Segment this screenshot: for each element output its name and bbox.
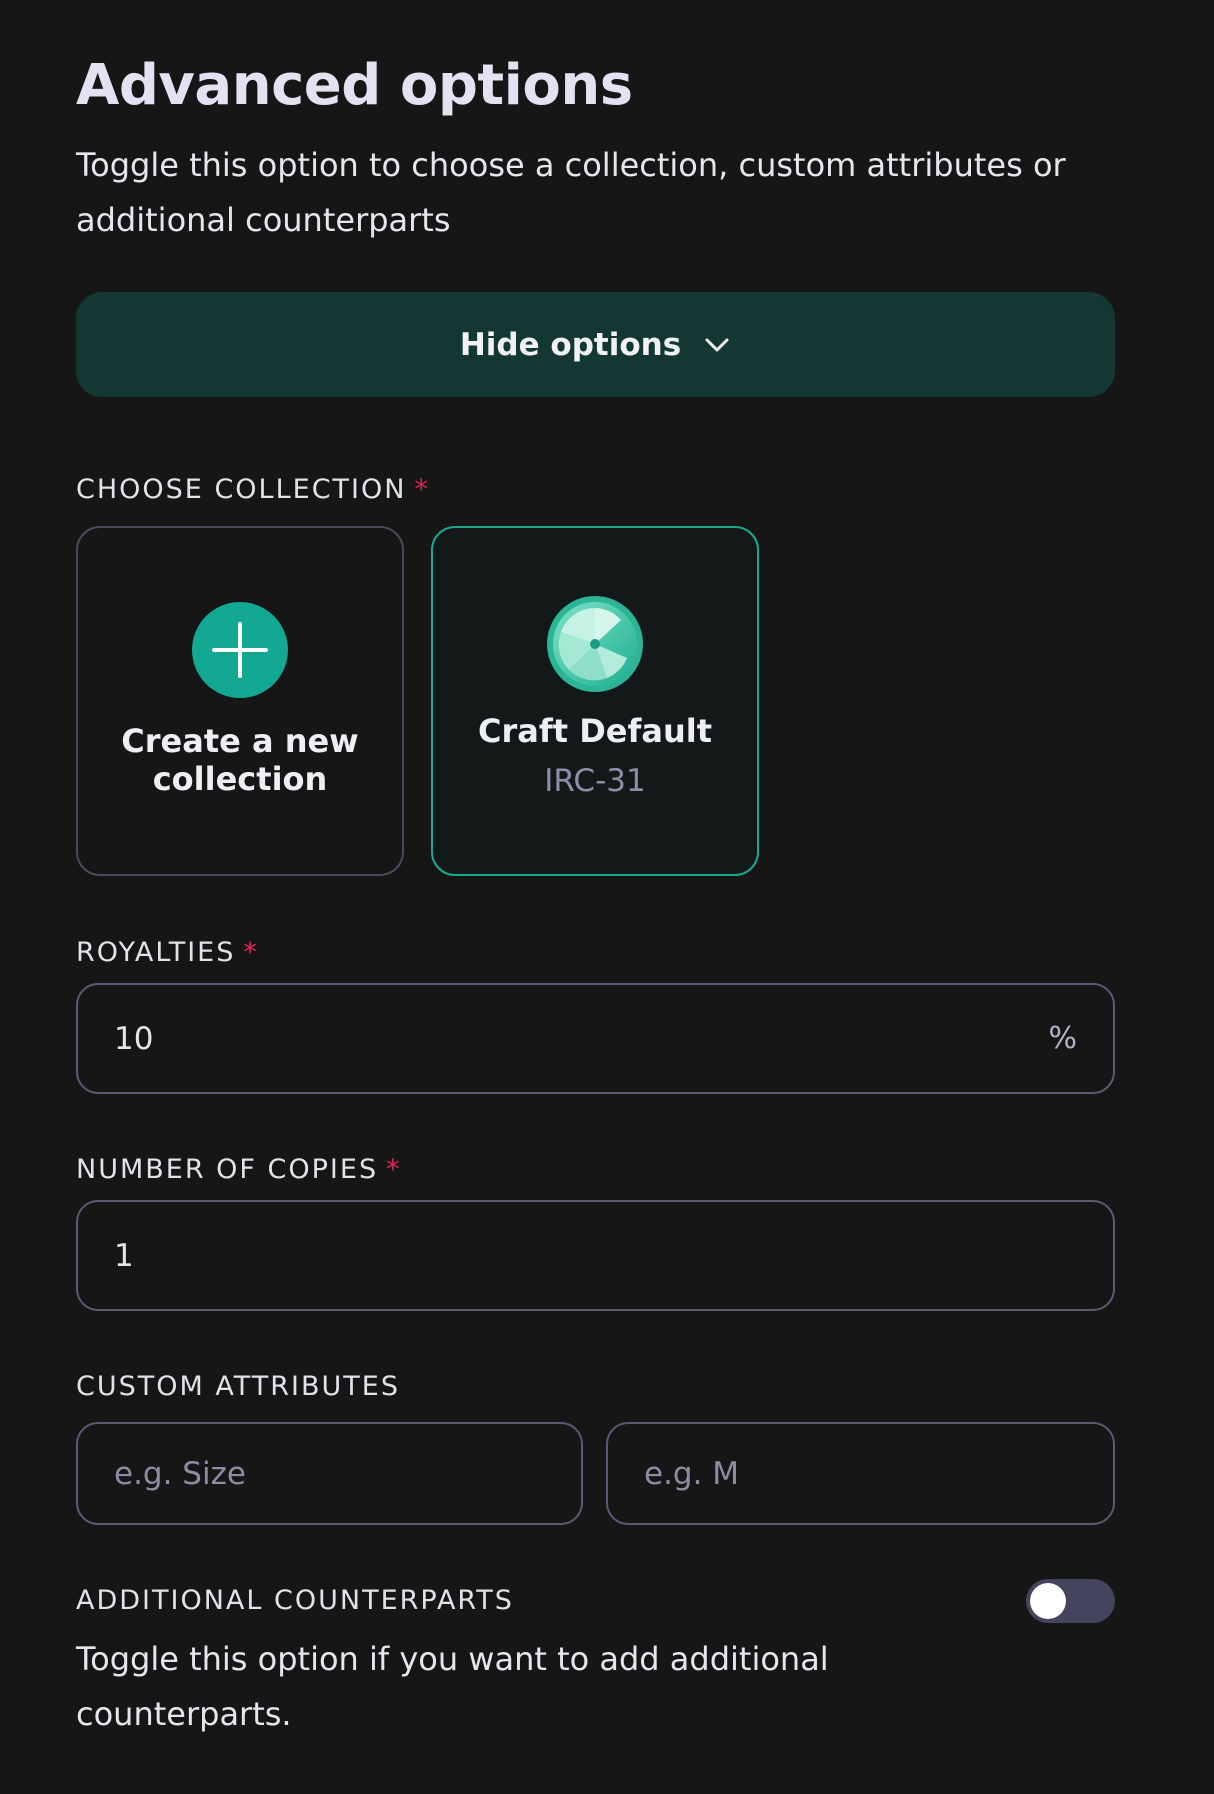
- collection-title: Craft Default: [477, 712, 713, 750]
- required-mark: *: [414, 474, 430, 505]
- choose-collection-label: CHOOSE COLLECTION *: [76, 473, 430, 507]
- attribute-key-input[interactable]: e.g. Size: [76, 1422, 583, 1525]
- royalties-value: 10: [114, 1020, 154, 1057]
- copies-input[interactable]: 1: [76, 1200, 1115, 1311]
- royalties-label: ROYALTIES *: [76, 936, 259, 970]
- advanced-options-panel: Advanced options Toggle this option to c…: [0, 0, 1214, 1794]
- counterparts-description: Toggle this option if you want to add ad…: [76, 1640, 829, 1733]
- attribute-value-placeholder: e.g. M: [644, 1455, 740, 1492]
- toggle-knob: [1030, 1583, 1066, 1619]
- attribute-key-placeholder: e.g. Size: [114, 1455, 246, 1492]
- hide-options-button[interactable]: Hide options: [76, 292, 1115, 397]
- collection-card-craft-default[interactable]: Craft Default IRC-31: [431, 526, 759, 876]
- chevron-down-icon: [705, 338, 729, 351]
- copies-label-text: NUMBER OF COPIES: [76, 1154, 379, 1185]
- page-title: Advanced options: [76, 53, 633, 118]
- collection-standard: IRC-31: [544, 763, 646, 799]
- attribute-value-input[interactable]: e.g. M: [606, 1422, 1115, 1525]
- required-mark: *: [243, 937, 259, 968]
- counterparts-toggle[interactable]: [1026, 1579, 1115, 1623]
- copies-value: 1: [114, 1237, 134, 1274]
- hide-options-label: Hide options: [459, 326, 682, 363]
- counterparts-label: ADDITIONAL COUNTERPARTS: [76, 1585, 514, 1616]
- collection-logo-icon: [547, 596, 643, 692]
- page-subtitle: Toggle this option to choose a collectio…: [76, 146, 1066, 239]
- percent-suffix: %: [1048, 1021, 1077, 1056]
- create-collection-card[interactable]: Create a new collection: [76, 526, 404, 876]
- custom-attributes-label: CUSTOM ATTRIBUTES: [76, 1371, 400, 1402]
- required-mark: *: [386, 1154, 402, 1185]
- royalties-label-text: ROYALTIES: [76, 937, 236, 968]
- choose-collection-text: CHOOSE COLLECTION: [76, 474, 407, 505]
- plus-icon: [192, 602, 288, 698]
- copies-label: NUMBER OF COPIES *: [76, 1153, 402, 1187]
- create-collection-title: Create a new collection: [121, 722, 359, 798]
- royalties-input[interactable]: 10 %: [76, 983, 1115, 1094]
